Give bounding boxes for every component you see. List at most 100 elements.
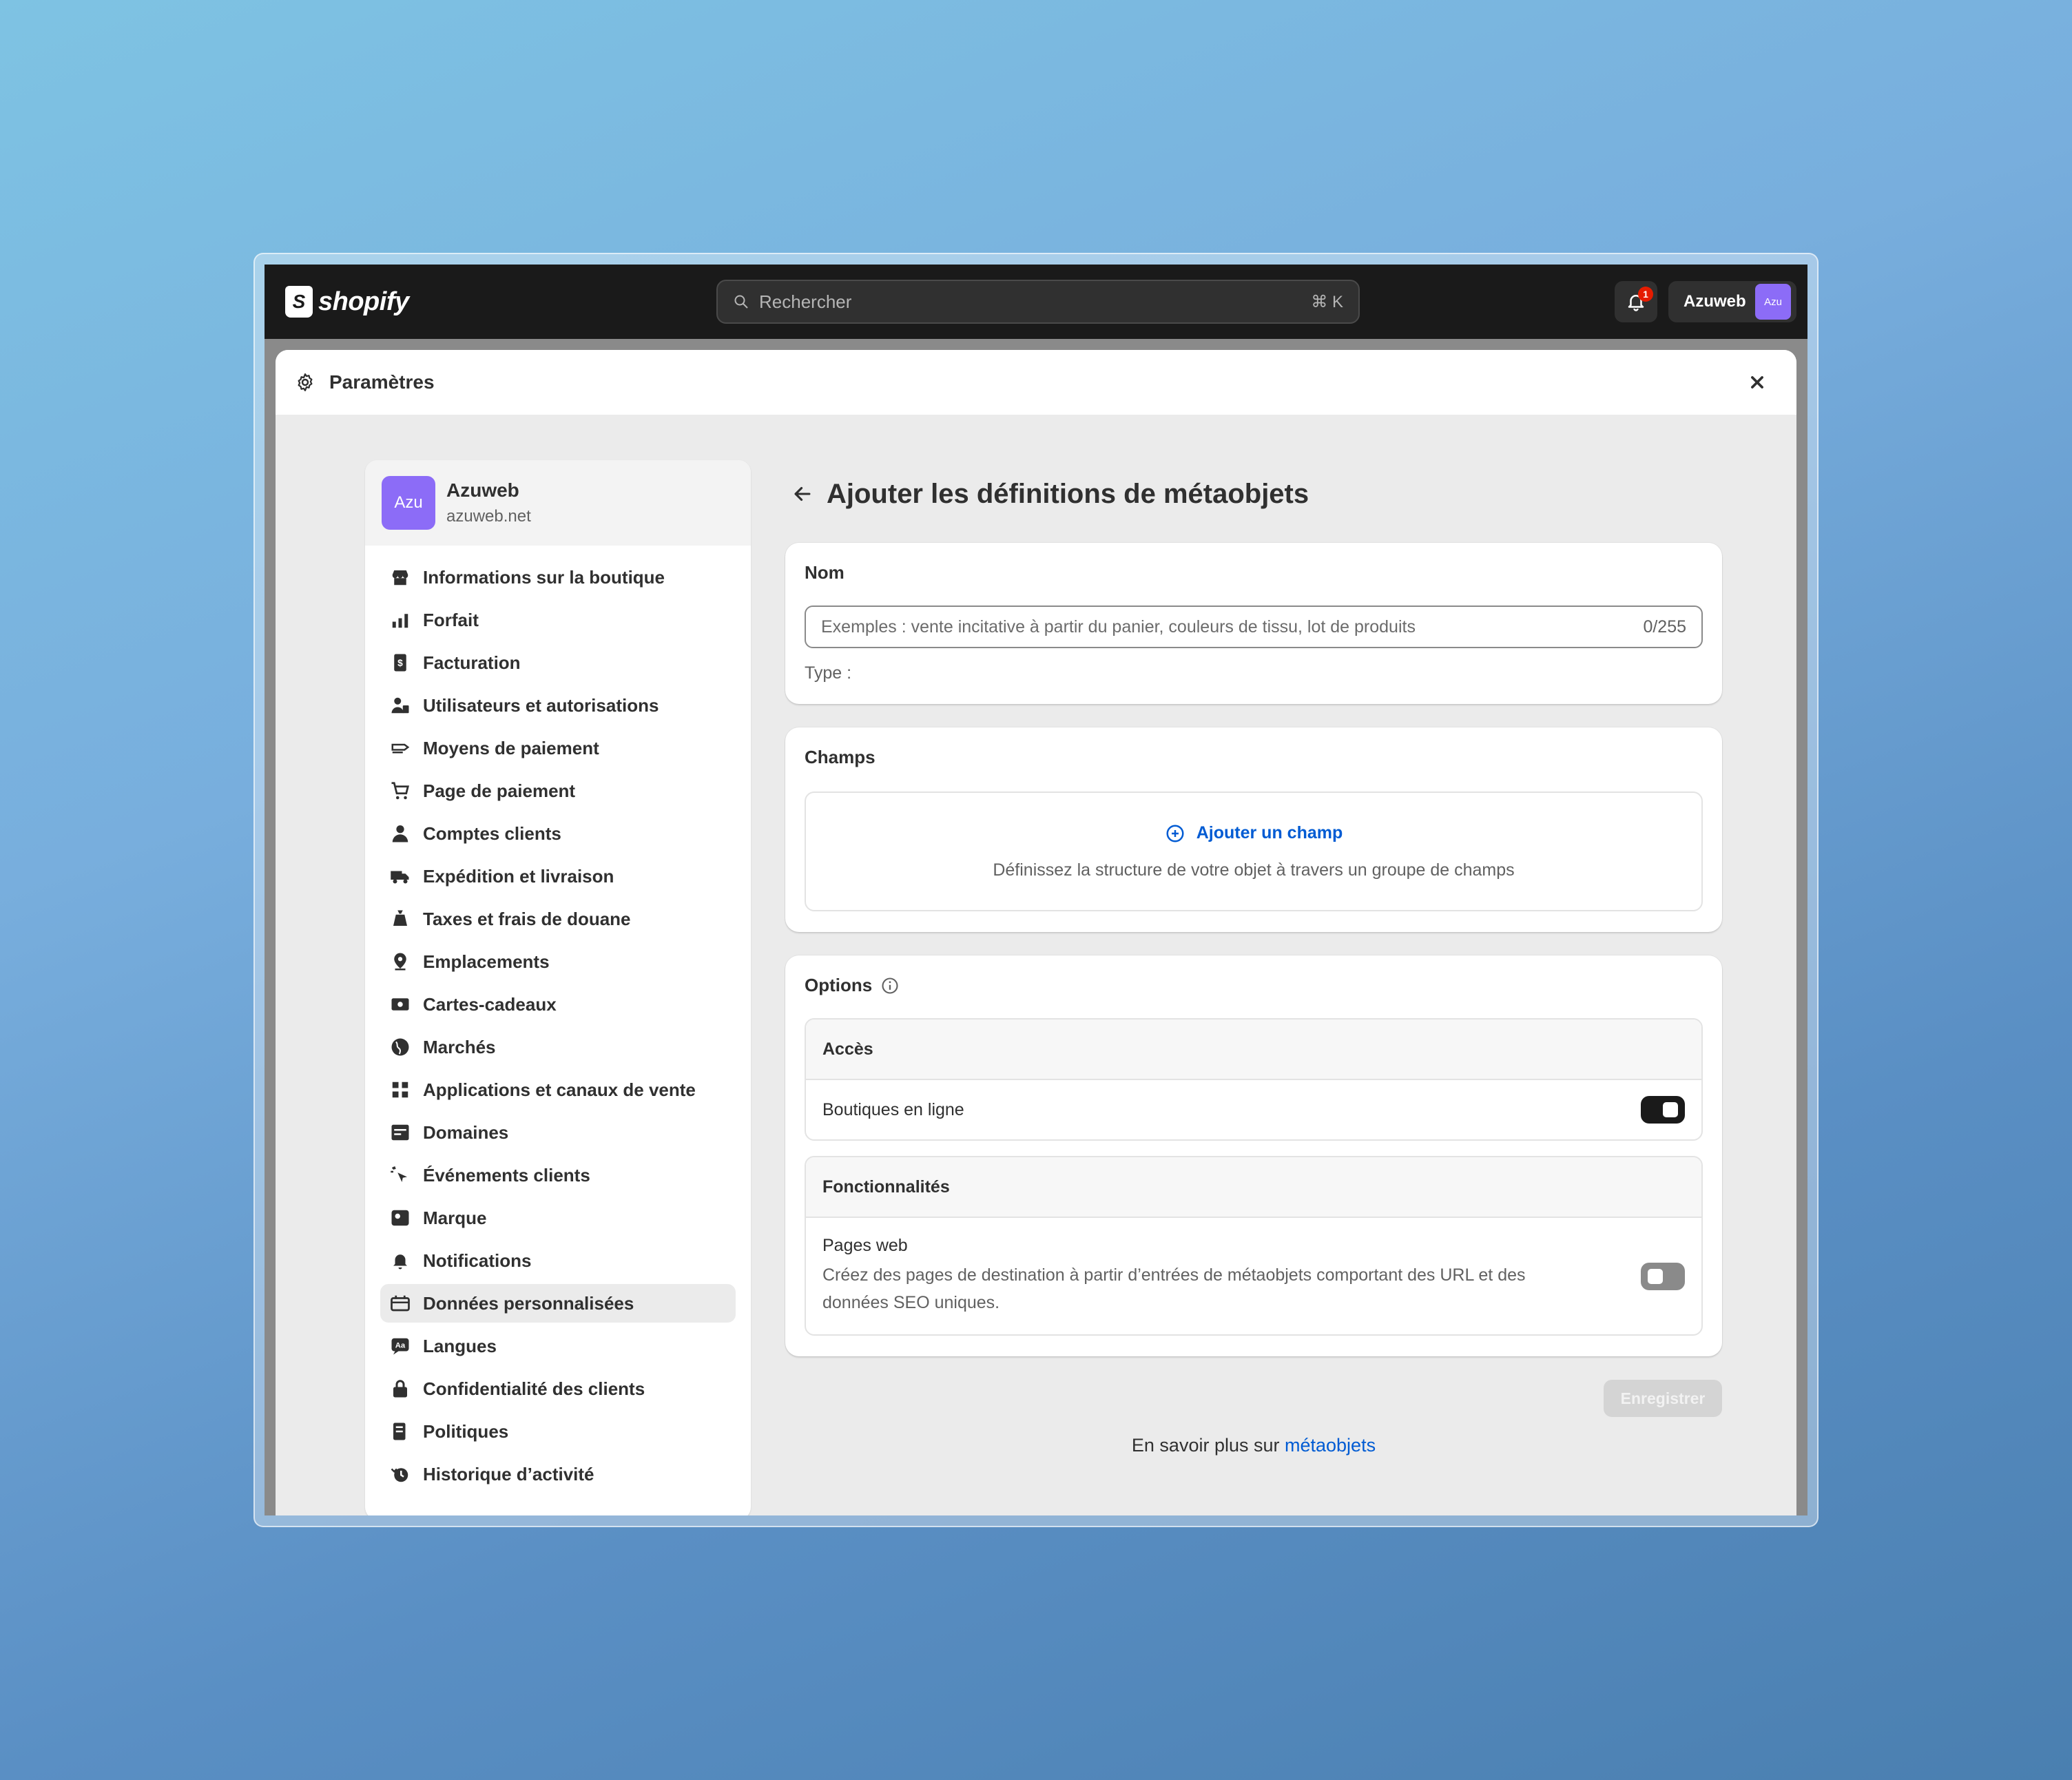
store-icon <box>392 570 408 586</box>
online-stores-row: Boutiques en ligne <box>806 1080 1701 1139</box>
sidebar-item-label: Forfait <box>423 609 479 630</box>
history-icon <box>391 1468 408 1482</box>
settings-sidebar: Azu Azuweb azuweb.net Informations sur l… <box>365 460 751 1515</box>
web-pages-toggle[interactable] <box>1641 1262 1685 1290</box>
close-icon[interactable] <box>1745 371 1769 394</box>
name-card: Nom 0/255 Type : <box>785 543 1722 704</box>
search-shortcut: ⌘ K <box>1311 292 1343 311</box>
features-section: Fonctionnalités Pages web Créez des page… <box>805 1156 1703 1336</box>
save-button[interactable]: Enregistrer <box>1604 1380 1722 1417</box>
policy-icon <box>393 1422 406 1440</box>
cursor-click-icon <box>391 1166 407 1182</box>
back-arrow-icon[interactable] <box>791 482 814 506</box>
tax-icon <box>393 910 407 926</box>
globe-icon <box>391 1038 409 1056</box>
store-header[interactable]: Azu Azuweb azuweb.net <box>365 460 751 546</box>
info-icon[interactable] <box>880 976 900 995</box>
add-field-button[interactable]: Ajouter un champ <box>1165 823 1343 844</box>
fields-card-title: Champs <box>805 747 876 767</box>
top-bar: S shopify ⌘ K 1 Azuweb Azu <box>265 265 1807 339</box>
gift-card-icon <box>391 998 409 1011</box>
svg-text:Aa: Aa <box>395 1342 406 1350</box>
online-stores-toggle[interactable] <box>1641 1096 1685 1124</box>
account-name: Azuweb <box>1684 292 1746 311</box>
sidebar-item[interactable]: Informations sur la boutique <box>380 558 736 597</box>
learn-more-text: En savoir plus sur <box>1131 1435 1285 1456</box>
sidebar-item[interactable]: Applications et canaux de vente <box>380 1070 736 1109</box>
sidebar-item-label: Page de paiement <box>423 780 576 801</box>
sidebar-item-label: Confidentialité des clients <box>423 1378 645 1399</box>
sidebar-item[interactable]: Historique d’activité <box>380 1455 736 1493</box>
sidebar-item-label: Facturation <box>423 652 521 673</box>
sidebar-item-label: Notifications <box>423 1250 532 1271</box>
truck-icon <box>391 871 409 884</box>
sidebar-item[interactable]: Marque <box>380 1199 736 1237</box>
plus-circle-icon <box>1166 825 1184 842</box>
sidebar-item[interactable]: Expédition et livraison <box>380 857 736 896</box>
svg-text:$: $ <box>397 658 403 668</box>
sidebar-item[interactable]: Cartes-cadeaux <box>380 985 736 1024</box>
sidebar-item-label: Emplacements <box>423 951 550 972</box>
name-card-title: Nom <box>805 562 845 583</box>
page-header: Ajouter les définitions de métaobjets <box>785 460 1722 528</box>
sidebar-item[interactable]: Domaines <box>380 1113 736 1152</box>
page-title: Ajouter les définitions de métaobjets <box>827 478 1309 509</box>
sidebar-item-label: Comptes clients <box>423 822 561 844</box>
shopify-logo[interactable]: S shopify <box>285 284 409 320</box>
sidebar-item[interactable]: Forfait <box>380 601 736 639</box>
sidebar-item[interactable]: Emplacements <box>380 942 736 981</box>
sidebar-item-label: Utilisateurs et autorisations <box>423 694 659 716</box>
name-input[interactable] <box>821 617 1644 637</box>
payment-icon <box>391 743 410 754</box>
sidebar-item-label: Événements clients <box>423 1164 590 1186</box>
online-stores-label: Boutiques en ligne <box>822 1099 964 1119</box>
bell-icon <box>393 1254 407 1270</box>
sidebar-item-label: Taxes et frais de douane <box>423 908 631 929</box>
sidebar-item[interactable]: Données personnalisées <box>380 1284 736 1323</box>
search-bar[interactable]: ⌘ K <box>716 280 1360 324</box>
settings-modal: Paramètres Azu Azuweb azuweb.net Informa… <box>276 350 1796 1515</box>
notifications-button[interactable]: 1 <box>1615 281 1657 322</box>
fields-description: Définissez la structure de votre objet à… <box>993 860 1515 880</box>
sidebar-item-label: Politiques <box>423 1420 509 1442</box>
domain-icon <box>391 1124 409 1141</box>
name-field[interactable]: 0/255 <box>805 606 1703 648</box>
sidebar-item[interactable]: $ Facturation <box>380 643 736 682</box>
sidebar-item[interactable]: Moyens de paiement <box>380 729 736 767</box>
sidebar-item[interactable]: Comptes clients <box>380 814 736 853</box>
account-menu-button[interactable]: Azuweb Azu <box>1668 281 1796 322</box>
add-field-label: Ajouter un champ <box>1196 823 1343 842</box>
billing-icon: $ <box>394 654 406 672</box>
store-name: Azuweb <box>446 479 519 501</box>
search-input[interactable] <box>759 291 1312 313</box>
sidebar-item-label: Applications et canaux de vente <box>423 1079 696 1100</box>
sidebar-item[interactable]: Confidentialité des clients <box>380 1369 736 1408</box>
metaobjects-link[interactable]: métaobjets <box>1285 1435 1376 1456</box>
sidebar-item[interactable]: Taxes et frais de douane <box>380 900 736 938</box>
fields-empty-state: Ajouter un champ Définissez la structure… <box>805 791 1703 911</box>
sidebar-item[interactable]: Page de paiement <box>380 772 736 810</box>
cart-icon <box>391 782 410 800</box>
sidebar-item[interactable]: Événements clients <box>380 1156 736 1194</box>
sidebar-item-label: Marchés <box>423 1036 496 1057</box>
sidebar-item-label: Historique d’activité <box>423 1463 594 1484</box>
window-edge <box>1796 339 1807 1515</box>
lock-icon <box>393 1380 407 1398</box>
users-icon <box>391 697 409 714</box>
web-pages-label: Pages web <box>822 1236 908 1255</box>
custom-data-icon <box>391 1295 410 1312</box>
save-row: Enregistrer <box>785 1380 1722 1417</box>
options-card: Options Accès Boutiques en ligne Fonctio… <box>785 955 1722 1356</box>
sidebar-item[interactable]: Marchés <box>380 1028 736 1066</box>
sidebar-item[interactable]: Politiques <box>380 1412 736 1451</box>
sidebar-item-label: Marque <box>423 1207 487 1228</box>
sidebar-item-label: Langues <box>423 1335 497 1356</box>
features-heading: Fonctionnalités <box>806 1157 1701 1218</box>
shopify-bag-icon: S <box>285 286 313 318</box>
sidebar-item-label: Données personnalisées <box>423 1292 634 1314</box>
notification-badge: 1 <box>1638 287 1653 302</box>
options-card-title: Options <box>805 975 873 995</box>
sidebar-item[interactable]: Aa Langues <box>380 1327 736 1365</box>
sidebar-item[interactable]: Notifications <box>380 1241 736 1280</box>
sidebar-item[interactable]: Utilisateurs et autorisations <box>380 686 736 725</box>
